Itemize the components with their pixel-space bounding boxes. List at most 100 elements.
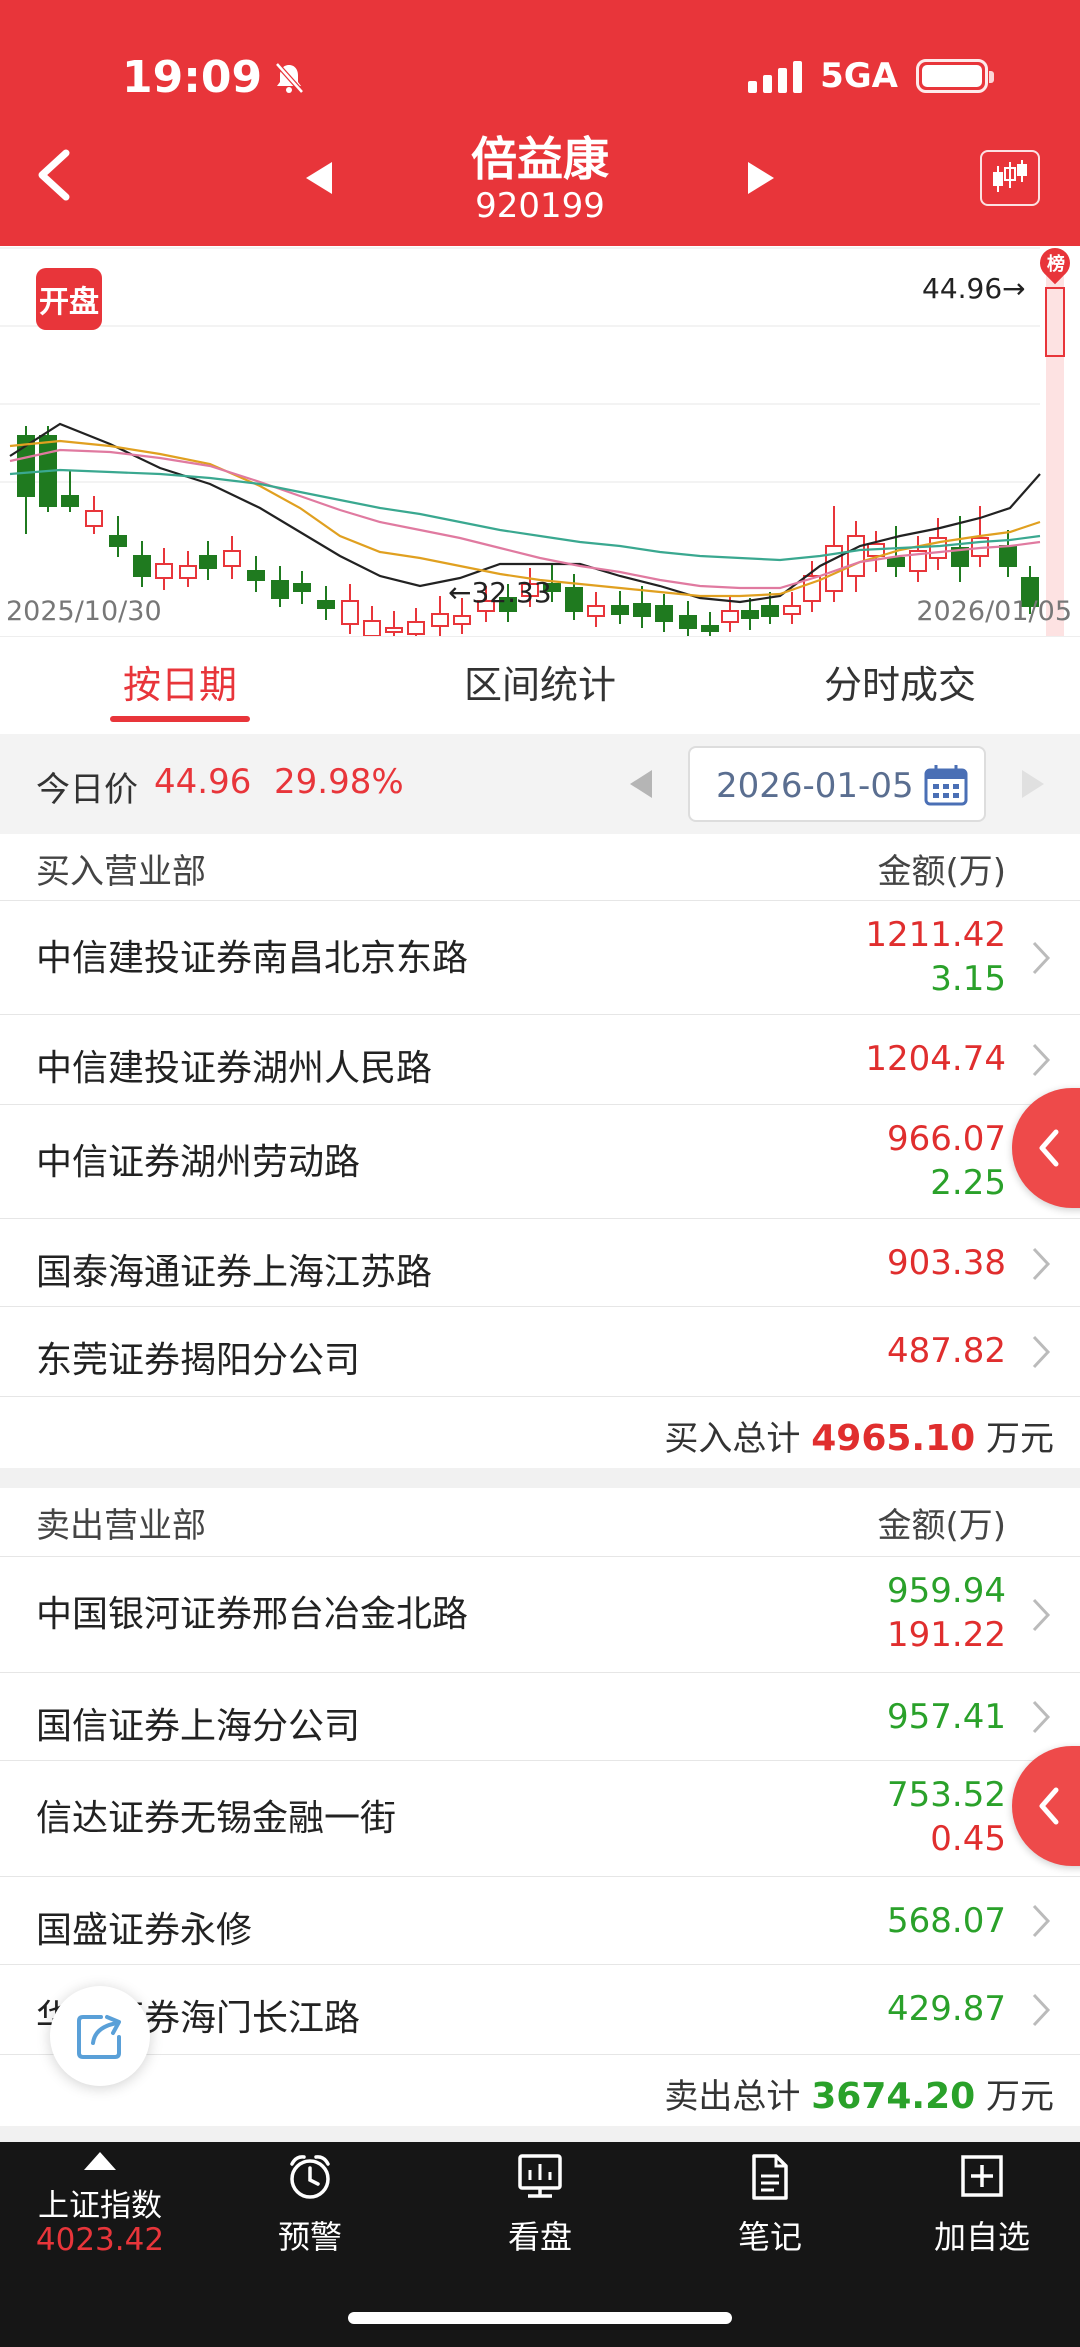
sell-amount: 957.41 (887, 1697, 1006, 1737)
nav-alert-label: 预警 (277, 2218, 342, 2256)
candle-up (223, 550, 241, 567)
price-date-bar: 今日价 44.96 29.98% 2026-01-05 (0, 734, 1080, 834)
battery-icon (916, 59, 994, 93)
alarm-clock-icon (290, 2155, 330, 2199)
tab-by-date[interactable]: 按日期 (0, 637, 360, 734)
chevron-right-icon (1032, 1904, 1051, 1938)
nav-market[interactable]: 看盘 (470, 2152, 610, 2272)
high-price-label: 44.96→ (922, 272, 1026, 305)
broker-name: 中信建投证券湖州人民路 (36, 1048, 433, 1089)
sell-total: 卖出总计 3674.20 万元 (664, 2076, 1054, 2117)
tab-timeshare-trades[interactable]: 分时成交 (720, 637, 1080, 734)
candle-down (611, 605, 629, 615)
network-type: 5GA (820, 56, 898, 96)
broker-name: 中信证券湖州劳动路 (36, 1142, 361, 1183)
document-icon (752, 2154, 788, 2200)
buy-section-header: 买入营业部 金额(万) (0, 834, 1080, 900)
date-prev-icon[interactable] (626, 766, 656, 802)
stock-name: 倍益康 (471, 132, 609, 186)
candle-up (407, 621, 425, 635)
index-name: 上证指数 (38, 2188, 162, 2224)
broker-name: 国泰海通证券上海江苏路 (36, 1252, 433, 1293)
buy-amount: 487.82 (887, 1331, 1006, 1371)
buy-amount: 1211.42 (865, 915, 1006, 955)
nav-add-watchlist-label: 加自选 (933, 2218, 1030, 2256)
add-box-icon (961, 2155, 1003, 2197)
sell-total-value: 3674.20 (811, 2076, 976, 2117)
candle-up (721, 610, 739, 623)
selected-date: 2026-01-05 (716, 766, 914, 806)
buy-row[interactable]: 中信建投证券湖州人民路 1204.74 (0, 1014, 1080, 1104)
broker-name: 国信证券上海分公司 (36, 1706, 361, 1747)
status-time: 19:09 (122, 52, 306, 103)
rank-badge-label: 榜 (1047, 254, 1065, 275)
buy-row[interactable]: 中信证券湖州劳动路 966.07 2.25 (0, 1104, 1080, 1218)
buy-row[interactable]: 中信建投证券南昌北京东路 1211.42 3.15 (0, 900, 1080, 1014)
buy-row[interactable]: 国泰海通证券上海江苏路 903.38 (0, 1218, 1080, 1306)
candle-down (701, 625, 719, 632)
candle-down (271, 580, 289, 599)
candle-down (133, 555, 151, 577)
candle-down (317, 600, 335, 609)
sell-row[interactable]: 国信证券上海分公司 957.41 (0, 1672, 1080, 1760)
tab-range-stats[interactable]: 区间统计 (360, 637, 720, 734)
share-button[interactable] (50, 1986, 150, 2086)
sell-row[interactable]: 国盛证券永修 568.07 (0, 1876, 1080, 1964)
open-market-badge[interactable]: 开盘 (36, 268, 102, 330)
candle-up (385, 627, 403, 633)
chart-end-date: 2026/01/05 (916, 596, 1072, 627)
candle-up (453, 615, 471, 625)
date-picker[interactable]: 2026-01-05 (688, 746, 986, 822)
date-next-icon[interactable] (1018, 766, 1048, 802)
candle-down (999, 545, 1017, 567)
sell-section-header: 卖出营业部 金额(万) (0, 1488, 1080, 1554)
sell-row[interactable]: 华泰证券海门长江路 429.87 (0, 1964, 1080, 2054)
sell-row[interactable]: 中国银河证券邢台冶金北路 959.94 191.22 (0, 1556, 1080, 1672)
chevron-right-icon (1032, 1993, 1051, 2027)
chevron-right-icon (1032, 1700, 1051, 1734)
prev-stock-icon[interactable] (302, 158, 338, 198)
index-ticker[interactable]: 上证指数 4023.42 (0, 2142, 200, 2272)
moving-average-4 (9, 468, 1041, 562)
mute-bell-icon (275, 61, 304, 94)
buy-total-value: 4965.10 (811, 1418, 976, 1459)
sell-amount: 753.52 (887, 1775, 1006, 1815)
nav-notes-label: 笔记 (737, 2218, 802, 2256)
buy-row[interactable]: 东莞证券揭阳分公司 487.82 (0, 1306, 1080, 1396)
candle-up (363, 620, 381, 636)
buy-amount: 903.38 (887, 1243, 1006, 1283)
monitor-chart-icon (518, 2154, 562, 2198)
stock-code: 920199 (475, 186, 605, 226)
tab-bar: 按日期 区间统计 分时成交 (0, 636, 1080, 734)
candle-down (887, 557, 905, 567)
sell-amount: 568.07 (887, 1901, 1006, 1941)
section-divider (0, 2126, 1080, 2142)
candlestick-icon (993, 160, 1027, 192)
candle-down (655, 605, 673, 622)
nav-add-watchlist[interactable]: 加自选 (912, 2152, 1052, 2272)
nav-alert[interactable]: 预警 (240, 2152, 380, 2272)
broker-name: 信达证券无锡金融一街 (36, 1798, 397, 1839)
section-divider (0, 1468, 1080, 1488)
candle-up (179, 565, 197, 579)
next-stock-icon[interactable] (742, 158, 778, 198)
kline-chart[interactable]: 开盘 榜 44.96→ ←32.33 2025/10/30 2026/01/05 (0, 241, 1080, 636)
back-icon[interactable] (30, 145, 80, 205)
candle-up (783, 605, 801, 615)
candle-up (85, 510, 103, 527)
kline-switch-button[interactable] (980, 150, 1040, 206)
sell-total-row: 卖出总计 3674.20 万元 (0, 2054, 1080, 2126)
sell-row[interactable]: 信达证券无锡金融一街 753.52 0.45 (0, 1760, 1080, 1876)
chevron-right-icon (1032, 1598, 1051, 1632)
candle-up (847, 535, 865, 577)
candle-down (565, 587, 583, 612)
nav-notes[interactable]: 笔记 (700, 2152, 840, 2272)
buy-amount: 191.22 (887, 1615, 1006, 1655)
candle-up (341, 600, 359, 625)
broker-name: 中国银河证券邢台冶金北路 (36, 1594, 469, 1635)
candle-up (155, 563, 173, 579)
buy-amount: 0.45 (930, 1819, 1006, 1859)
candle-down (199, 555, 217, 569)
status-indicators: 5GA (748, 56, 994, 96)
candle-up (587, 605, 605, 617)
